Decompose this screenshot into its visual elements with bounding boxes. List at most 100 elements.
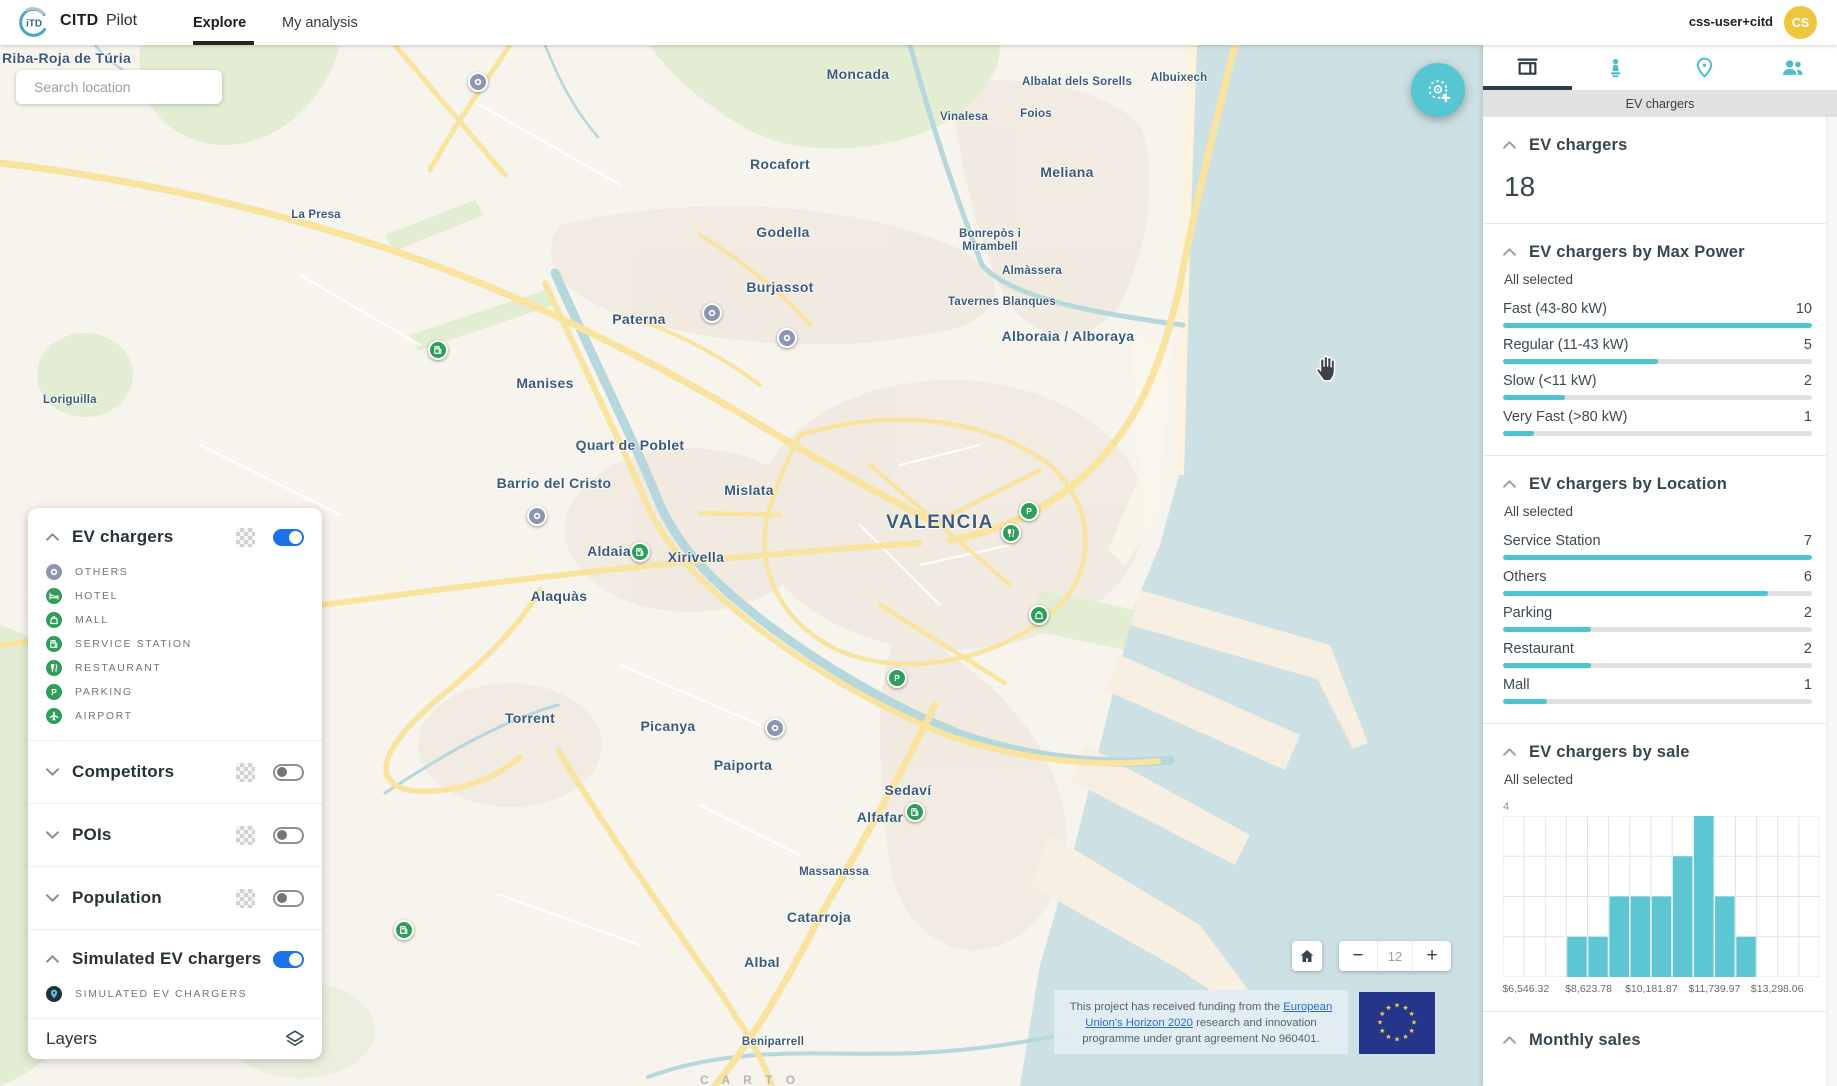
service-station-marker[interactable]: [428, 340, 448, 360]
others-marker[interactable]: [468, 72, 488, 92]
stat-row[interactable]: Fast (43-80 kW)10: [1503, 301, 1812, 328]
others-marker[interactable]: [765, 718, 785, 738]
svg-text:★: ★: [1394, 1002, 1400, 1010]
parking-icon: P: [46, 684, 62, 700]
search-input[interactable]: [34, 79, 215, 95]
avatar[interactable]: CS: [1784, 6, 1817, 39]
stat-row[interactable]: Parking2: [1503, 605, 1812, 632]
tab-pois[interactable]: [1660, 45, 1749, 90]
service-station-marker[interactable]: [905, 802, 925, 822]
chevron-up-icon[interactable]: [1503, 480, 1516, 488]
zoom-in-button[interactable]: +: [1413, 941, 1451, 971]
stat-row[interactable]: Very Fast (>80 kW)1: [1503, 409, 1812, 436]
stat-bar-track: [1503, 359, 1812, 364]
map-home-button[interactable]: [1292, 941, 1322, 971]
tab-competitors[interactable]: [1572, 45, 1661, 90]
tab-population[interactable]: [1749, 45, 1837, 90]
stats-sidebar: EV chargers EV chargers 18 EV chargers b…: [1483, 0, 1837, 1086]
legend-item: SIMULATED EV CHARGERS: [46, 982, 304, 1006]
stat-bar-track: [1503, 431, 1812, 436]
opacity-icon[interactable]: [236, 528, 255, 547]
section-title: EV chargers by Max Power: [1529, 243, 1745, 262]
search-box[interactable]: [16, 70, 222, 104]
sidebar-tabs: [1483, 45, 1837, 90]
chevron-down-icon[interactable]: [46, 768, 60, 776]
section-title: Competitors: [72, 762, 236, 782]
stat-bar-fill: [1503, 395, 1565, 400]
stat-bar-fill: [1503, 359, 1658, 364]
ev-chargers-count: 18: [1504, 171, 1812, 203]
stat-bar-track: [1503, 591, 1812, 596]
legend-item: MALL: [46, 608, 304, 632]
brand-subname: Pilot: [106, 12, 137, 30]
tab-explore[interactable]: Explore: [193, 0, 246, 45]
layers-footer[interactable]: Layers: [28, 1018, 322, 1059]
layers-icon: [284, 1028, 306, 1050]
stat-bar-fill: [1503, 431, 1534, 436]
stat-bar-fill: [1503, 699, 1547, 704]
username: css-user+citd: [1689, 14, 1773, 29]
panel-section-pois: POIs: [28, 803, 322, 866]
stat-row[interactable]: Service Station7: [1503, 533, 1812, 560]
panel-section-simulated-ev-chargers: Simulated EV chargers SIMULATED EV CHARG…: [28, 929, 322, 1018]
section-title: EV chargers by sale: [1529, 743, 1690, 762]
stat-bar-fill: [1503, 591, 1768, 596]
legend-item: HOTEL: [46, 584, 304, 608]
layers-panel: EV chargers OTHERS HOTEL MALL SERVICE ST…: [28, 508, 322, 1059]
toggle-population[interactable]: [273, 890, 304, 907]
toggle-pois[interactable]: [273, 827, 304, 844]
stat-row[interactable]: Mall1: [1503, 677, 1812, 704]
parking-marker[interactable]: P: [887, 668, 907, 688]
toggle-simulated-ev-chargers[interactable]: [273, 951, 304, 968]
service-station-marker[interactable]: [630, 542, 650, 562]
sidebar-scrollbar[interactable]: [1826, 117, 1837, 1086]
chevron-up-icon[interactable]: [46, 955, 60, 963]
opacity-icon[interactable]: [236, 763, 255, 782]
stat-bar-track: [1503, 699, 1812, 704]
others-marker[interactable]: [777, 328, 797, 348]
stat-row[interactable]: Restaurant2: [1503, 641, 1812, 668]
stat-row[interactable]: Others6: [1503, 569, 1812, 596]
chevron-down-icon[interactable]: [46, 831, 60, 839]
section-title: Monthly sales: [1529, 1031, 1641, 1050]
tab-ev-chargers[interactable]: [1483, 45, 1572, 90]
sidebar-breadcrumb: EV chargers: [1483, 90, 1837, 117]
sidebar-content: EV chargers 18 EV chargers by Max Power …: [1483, 117, 1826, 1086]
others-marker[interactable]: [527, 506, 547, 526]
others-marker[interactable]: [702, 303, 722, 323]
map-attribution: C A R T O: [700, 1073, 800, 1086]
chevron-up-icon[interactable]: [1503, 1036, 1516, 1044]
x-tick-label: $11,739.97: [1689, 983, 1741, 995]
toggle-competitors[interactable]: [273, 764, 304, 781]
stat-row[interactable]: Slow (<11 kW)2: [1503, 373, 1812, 400]
service-station-marker[interactable]: [394, 920, 414, 940]
opacity-icon[interactable]: [236, 826, 255, 845]
mall-marker[interactable]: [1029, 605, 1049, 625]
restaurant-marker[interactable]: [1001, 523, 1021, 543]
opacity-icon[interactable]: [236, 889, 255, 908]
x-tick-label: $6,546.32: [1502, 983, 1549, 995]
chevron-up-icon[interactable]: [1503, 141, 1516, 149]
section-sale: EV chargers by sale All selected 4 $6,54…: [1483, 723, 1826, 1011]
parking-marker[interactable]: P: [1019, 501, 1039, 521]
add-area-of-interest-button[interactable]: [1411, 63, 1465, 117]
chevron-up-icon[interactable]: [1503, 248, 1516, 256]
toggle-ev-chargers[interactable]: [273, 529, 304, 546]
chevron-down-icon[interactable]: [46, 894, 60, 902]
x-tick-label: $10,181.87: [1625, 983, 1678, 995]
chevron-up-icon[interactable]: [46, 533, 60, 541]
filter-status: All selected: [1504, 772, 1817, 787]
x-tick-label: $13,298.06: [1751, 983, 1804, 995]
x-tick-label: $8,623.78: [1565, 983, 1612, 995]
legend-item: RESTAURANT: [46, 656, 304, 680]
sale-histogram[interactable]: [1503, 816, 1817, 977]
tab-my-analysis[interactable]: My analysis: [282, 0, 358, 45]
brand-name: CITD: [60, 12, 99, 30]
legend-item: AIRPORT: [46, 704, 304, 728]
panel-section-competitors: Competitors: [28, 740, 322, 803]
chevron-up-icon[interactable]: [1503, 748, 1516, 756]
stat-row[interactable]: Regular (11-43 kW)5: [1503, 337, 1812, 364]
zoom-out-button[interactable]: −: [1339, 941, 1377, 971]
legend-item: PPARKING: [46, 680, 304, 704]
competitors-icon: [1603, 55, 1628, 80]
